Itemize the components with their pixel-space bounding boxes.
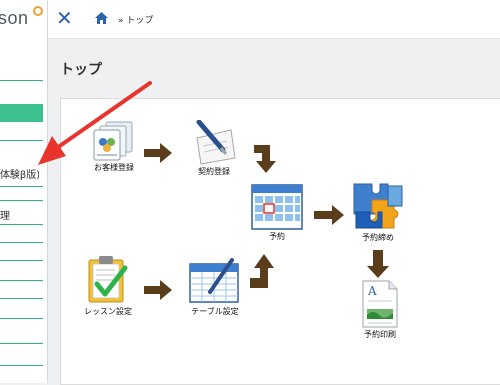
lesson-settings-label: レッスン設定 (84, 307, 132, 316)
reservation-print-label: 予約印刷 (364, 330, 396, 339)
red-pointer-arrow-icon (38, 81, 152, 165)
contract-registration-node[interactable]: 契約登録 (186, 120, 242, 177)
sidebar-divider (0, 298, 43, 299)
sidebar-divider (0, 318, 43, 319)
sidebar-divider (0, 200, 43, 201)
svg-text:A: A (367, 284, 377, 298)
sidebar-divider (0, 260, 43, 261)
table-settings-label: テーブル設定 (191, 307, 239, 316)
clipboard-check-icon (88, 256, 128, 303)
reservation-close-label: 予約締め (362, 233, 394, 242)
sidebar-divider (0, 242, 43, 243)
reservation-close-node[interactable]: 予約締め (346, 178, 410, 243)
sidebar-divider (0, 343, 43, 344)
document-print-icon: A (362, 280, 398, 328)
table-grid-icon (189, 258, 239, 303)
reservation-print-node[interactable]: A 予約印刷 (354, 279, 406, 340)
arrow-right-icon (314, 205, 344, 225)
sidebar-divider (0, 186, 43, 187)
lesson-settings-node[interactable]: レッスン設定 (80, 254, 136, 317)
arrow-down-right-icon (254, 145, 276, 173)
arrow-up-right-icon (250, 254, 274, 288)
reservation-label: 予約 (269, 232, 285, 241)
arrow-right-icon (144, 280, 172, 300)
sidebar-item-manage[interactable]: 理 (0, 207, 43, 222)
contract-registration-label: 契約登録 (198, 167, 230, 176)
arrow-down-icon (367, 250, 389, 278)
contract-pen-icon (196, 120, 236, 165)
sidebar-divider (0, 280, 43, 281)
puzzle-icon (353, 183, 403, 229)
sidebar-divider (0, 224, 43, 225)
sidebar-divider (0, 365, 43, 366)
reservation-node[interactable]: 予約 (248, 183, 306, 242)
calendar-icon (251, 184, 303, 230)
table-settings-node[interactable]: テーブル設定 (186, 258, 244, 317)
